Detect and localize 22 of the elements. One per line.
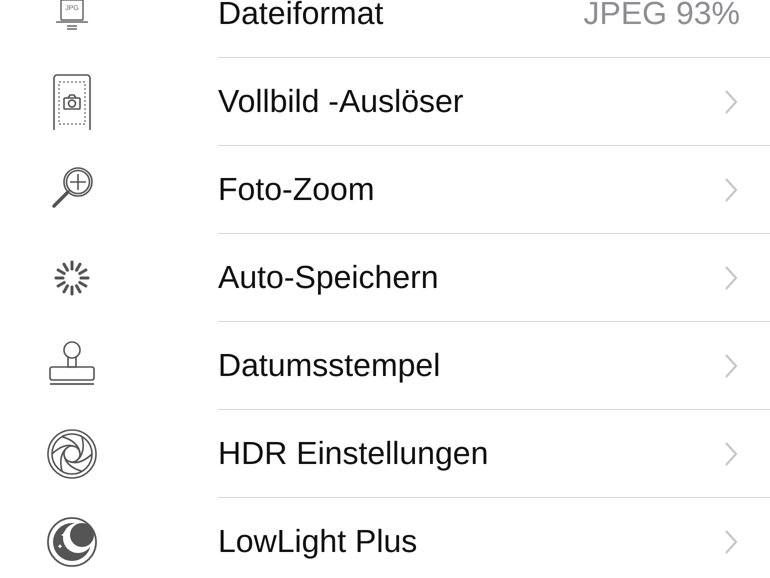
- chevron-icon: [724, 528, 738, 554]
- settings-row[interactable]: Foto-Zoom: [0, 146, 770, 234]
- setting-value: JPEG 93%: [583, 0, 740, 32]
- setting-label: LowLight Plus: [218, 523, 418, 560]
- setting-label: Datumsstempel: [218, 347, 442, 384]
- settings-row[interactable]: LowLight Plus: [0, 498, 770, 578]
- settings-row[interactable]: Datumsstempel: [0, 322, 770, 410]
- settings-row[interactable]: HDR Einstellungen: [0, 410, 770, 498]
- setting-label: Auto-Speichern: [218, 259, 440, 296]
- setting-label: Foto-Zoom: [218, 171, 376, 208]
- chevron-icon: [724, 176, 738, 202]
- moon-aperture-icon: [44, 514, 100, 570]
- chevron-icon: [724, 440, 738, 466]
- settings-row[interactable]: Auto-Speichern: [0, 234, 770, 322]
- aperture-icon: [44, 426, 100, 482]
- chevron-icon: [724, 264, 738, 290]
- chevron-icon: [724, 88, 738, 114]
- settings-row[interactable]: Vollbild -Auslöser: [0, 58, 770, 146]
- setting-label: Vollbild -Auslöser: [218, 83, 464, 120]
- setting-label: HDR Einstellungen: [218, 435, 490, 472]
- chevron-icon: [724, 352, 738, 378]
- setting-label: Dateiformat: [218, 0, 384, 32]
